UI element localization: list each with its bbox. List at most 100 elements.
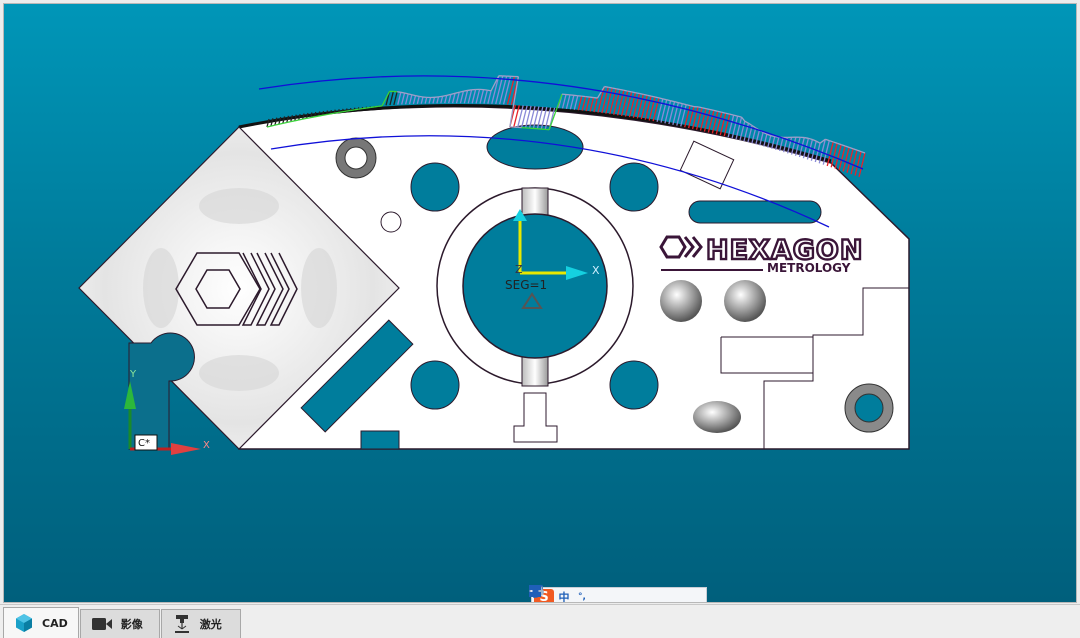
deviation-whisker bbox=[459, 91, 465, 104]
deviation-envelope bbox=[844, 145, 850, 148]
ime-lang-toggle[interactable]: 中 bbox=[556, 589, 572, 602]
deviation-envelope bbox=[721, 111, 726, 114]
deviation-envelope bbox=[322, 113, 327, 116]
smile-icon[interactable] bbox=[529, 585, 608, 602]
deviation-envelope bbox=[338, 111, 343, 114]
deviation-whisker bbox=[506, 76, 516, 105]
deviation-whisker bbox=[467, 89, 473, 104]
deviation-envelope bbox=[650, 95, 656, 98]
deviation-envelope bbox=[674, 101, 679, 104]
deviation-envelope bbox=[852, 148, 858, 151]
deviation-whisker bbox=[455, 92, 460, 104]
deviation-envelope bbox=[689, 105, 695, 108]
lcs-label: C* bbox=[138, 438, 150, 449]
deviation-envelope bbox=[306, 116, 311, 120]
deviation-envelope bbox=[310, 116, 315, 119]
ime-toolbar[interactable]: S 中 °, bbox=[529, 585, 707, 602]
deviation-envelope bbox=[404, 92, 409, 95]
mic-icon[interactable] bbox=[530, 586, 626, 602]
cad-scene[interactable]: HEXAGON METROLOGY Z X SEG=1 Y X C* bbox=[3, 3, 1077, 603]
deviation-whisker bbox=[483, 89, 488, 104]
deviation-envelope bbox=[463, 89, 468, 92]
deviation-envelope bbox=[709, 108, 715, 112]
deviation-whisker bbox=[475, 89, 481, 104]
deviation-envelope bbox=[374, 105, 379, 108]
deviation-whisker bbox=[401, 92, 406, 105]
deviation-envelope bbox=[487, 89, 492, 92]
deviation-envelope bbox=[804, 136, 809, 139]
deviation-whisker bbox=[499, 75, 508, 105]
deviation-envelope bbox=[483, 88, 488, 91]
csys-z-label: Z bbox=[515, 263, 523, 276]
tools-icon[interactable] bbox=[529, 586, 662, 602]
seg-label: SEG=1 bbox=[505, 278, 547, 292]
deviation-envelope bbox=[346, 109, 351, 112]
deviation-envelope bbox=[604, 85, 609, 88]
deviation-envelope bbox=[840, 143, 846, 147]
deviation-envelope bbox=[836, 142, 842, 146]
deviation-whisker bbox=[577, 96, 583, 111]
deviation-whisker bbox=[448, 94, 452, 104]
deviation-envelope bbox=[643, 93, 648, 96]
deviation-envelope bbox=[615, 88, 621, 91]
deviation-whisker bbox=[491, 75, 500, 104]
deviation-envelope bbox=[411, 94, 416, 97]
deviation-envelope bbox=[370, 106, 375, 109]
deviation-whisker bbox=[424, 97, 428, 104]
tab-laser[interactable]: 激光 bbox=[160, 609, 241, 638]
mode-tabbar: CAD 影像 激光 bbox=[0, 604, 1080, 638]
deviation-envelope bbox=[697, 106, 703, 109]
triad-x-label: X bbox=[203, 440, 210, 451]
deviation-envelope bbox=[286, 121, 291, 124]
deviation-whisker bbox=[436, 96, 440, 104]
keyboard-icon[interactable] bbox=[529, 585, 644, 602]
deviation-envelope bbox=[397, 91, 401, 93]
logo-sub: METROLOGY bbox=[767, 261, 851, 275]
grid-icon[interactable] bbox=[529, 585, 698, 602]
deviation-envelope bbox=[270, 124, 276, 127]
deviation-whisker bbox=[573, 95, 579, 110]
deviation-whisker bbox=[589, 97, 595, 112]
deviation-envelope bbox=[415, 95, 420, 98]
deviation-whisker bbox=[428, 97, 432, 104]
deviation-envelope bbox=[666, 99, 671, 102]
deviation-whisker bbox=[451, 93, 456, 104]
deviation-envelope bbox=[733, 114, 738, 117]
deviation-envelope bbox=[654, 96, 660, 99]
deviation-envelope bbox=[408, 93, 412, 96]
deviation-envelope bbox=[678, 102, 683, 105]
deviation-envelope bbox=[808, 137, 813, 141]
deviation-whisker bbox=[404, 93, 409, 105]
deviation-envelope bbox=[314, 115, 319, 118]
deviation-envelope bbox=[737, 115, 742, 118]
tab-cad-label: CAD bbox=[42, 616, 68, 630]
deviation-envelope bbox=[848, 146, 854, 150]
tab-vision[interactable]: 影像 bbox=[79, 609, 160, 638]
deviation-whisker bbox=[463, 90, 469, 104]
deviation-envelope bbox=[290, 120, 295, 123]
deviation-envelope bbox=[701, 107, 707, 110]
deviation-whisker bbox=[397, 92, 402, 105]
deviation-whisker bbox=[440, 96, 444, 104]
deviation-whisker bbox=[389, 91, 394, 106]
deviation-whisker bbox=[393, 91, 398, 106]
deviation-whisker bbox=[569, 95, 575, 110]
deviation-envelope bbox=[467, 89, 472, 92]
deviation-whisker bbox=[487, 90, 492, 104]
deviation-envelope bbox=[670, 100, 675, 103]
deviation-envelope bbox=[362, 107, 367, 110]
deviation-whisker bbox=[420, 96, 424, 104]
deviation-envelope bbox=[318, 114, 323, 117]
deviation-whisker bbox=[479, 89, 485, 104]
deviation-envelope bbox=[748, 122, 753, 127]
deviation-envelope bbox=[366, 106, 371, 109]
cad-viewport[interactable]: HEXAGON METROLOGY Z X SEG=1 Y X C* S 中 °… bbox=[3, 3, 1077, 603]
ime-punct-toggle[interactable]: °, bbox=[574, 589, 590, 602]
shirt-icon[interactable] bbox=[529, 585, 680, 602]
deviation-envelope bbox=[623, 89, 628, 92]
deviation-envelope bbox=[358, 108, 363, 110]
tab-cad[interactable]: CAD bbox=[3, 607, 79, 638]
deviation-envelope bbox=[400, 91, 405, 94]
deviation-envelope bbox=[815, 140, 821, 144]
deviation-envelope bbox=[302, 117, 307, 120]
